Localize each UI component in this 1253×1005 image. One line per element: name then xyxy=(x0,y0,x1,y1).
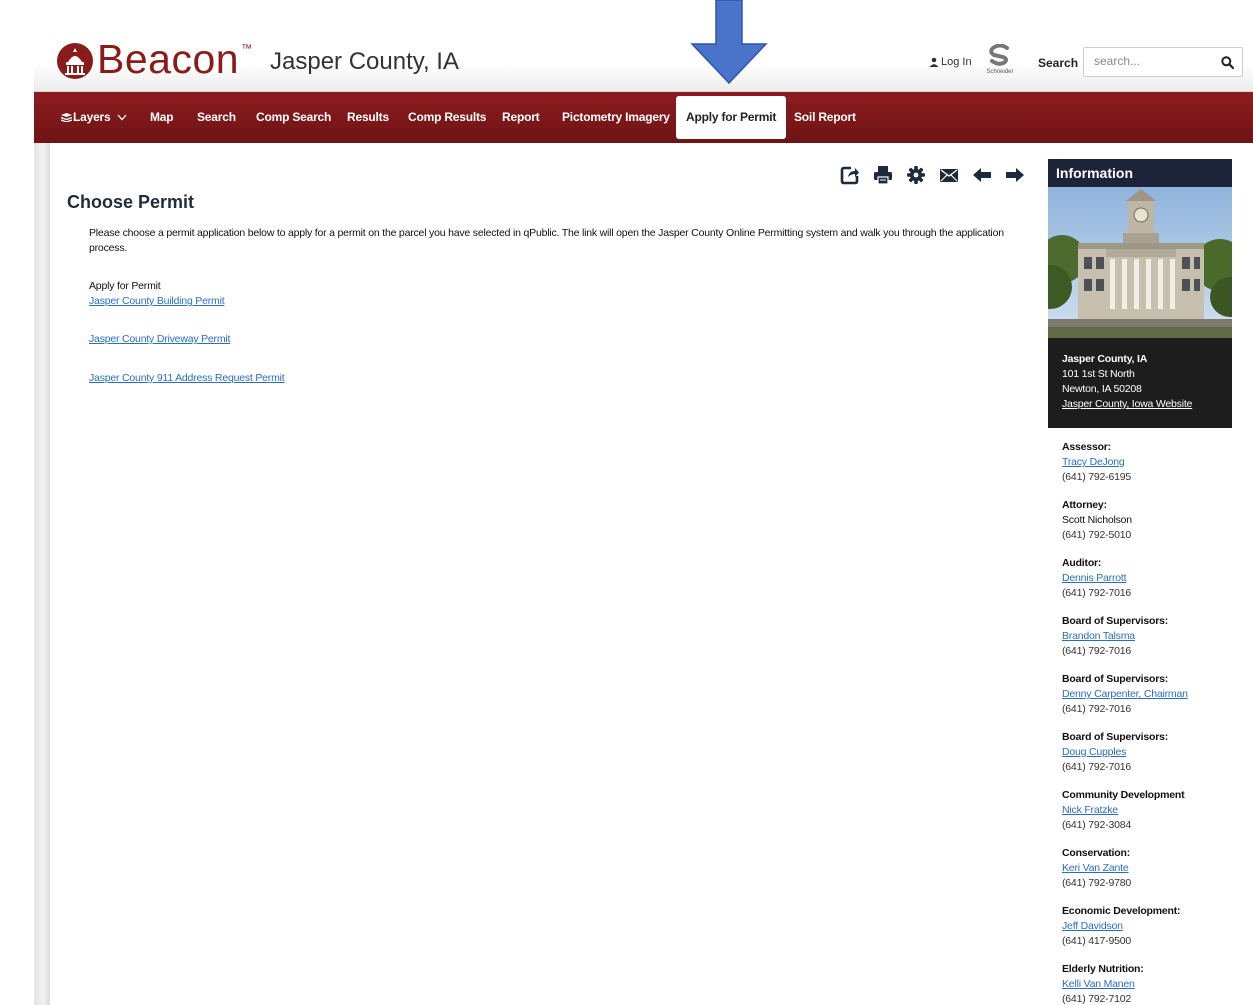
nav-comp-search[interactable]: Comp Search xyxy=(256,92,331,143)
search-icon[interactable] xyxy=(1221,56,1234,69)
settings-icon[interactable] xyxy=(906,165,926,185)
page-gutter xyxy=(34,143,50,1005)
contact-item: Assessor: Tracy DeJong (641) 792-6195 xyxy=(1062,440,1232,485)
search-input[interactable] xyxy=(1094,54,1214,68)
schneider-s-icon xyxy=(989,43,1009,66)
contacts-list: Assessor: Tracy DeJong (641) 792-6195 At… xyxy=(1048,428,1232,1005)
contact-item: Elderly Nutrition: Kelli Van Manen (641)… xyxy=(1062,962,1232,1005)
nav-report[interactable]: Report xyxy=(502,92,540,143)
nav-pictometry-imagery[interactable]: Pictometry Imagery xyxy=(562,92,670,143)
contact-phone: (641) 792-6195 xyxy=(1062,471,1132,483)
logo-wordmark: Beacon xyxy=(97,36,240,82)
contact-item: Board of Supervisors: Denny Carpenter, C… xyxy=(1062,672,1232,717)
capitol-dome-icon xyxy=(57,43,93,79)
nav-results[interactable]: Results xyxy=(347,92,389,143)
contact-person-link[interactable]: Jeff Davidson xyxy=(1062,920,1123,932)
page-title: Choose Permit xyxy=(67,192,195,212)
address-line-2: Newton, IA 50208 xyxy=(1062,383,1142,395)
contact-role: Auditor: xyxy=(1062,557,1102,569)
login-link[interactable]: Log In xyxy=(929,56,972,68)
contact-person-link[interactable]: Nick Fratzke xyxy=(1062,804,1118,816)
address-request-permit-link[interactable]: Jasper County 911 Address Request Permit xyxy=(89,372,285,384)
nav-layers-label: Layers xyxy=(73,110,111,124)
beacon-logo[interactable]: Beacon ™ xyxy=(56,37,252,81)
contact-person-link[interactable]: Kelli Van Manen xyxy=(1062,978,1135,990)
courthouse-photo xyxy=(1048,187,1232,338)
contact-person: Scott Nicholson xyxy=(1062,514,1132,526)
contact-phone: (641) 792-9780 xyxy=(1062,877,1132,889)
nav-apply-for-permit[interactable]: Apply for Permit xyxy=(676,96,787,139)
contact-item: Attorney: Scott Nicholson (641) 792-5010 xyxy=(1062,498,1232,543)
main-nav: Layers Map Search Comp Search Results Co… xyxy=(34,92,1253,143)
contact-phone: (641) 792-7102 xyxy=(1062,993,1132,1005)
contact-person-link[interactable]: Tracy DeJong xyxy=(1062,456,1125,468)
county-title: Jasper County, IA xyxy=(270,48,459,75)
user-icon xyxy=(929,57,939,67)
contact-phone: (641) 792-7016 xyxy=(1062,761,1132,773)
contact-item: Auditor: Dennis Parrott (641) 792-7016 xyxy=(1062,556,1232,601)
back-arrow-icon[interactable] xyxy=(972,165,992,185)
contact-phone: (641) 417-9500 xyxy=(1062,935,1132,947)
nav-map[interactable]: Map xyxy=(150,92,174,143)
contact-phone: (641) 792-7016 xyxy=(1062,703,1132,715)
contact-person-link[interactable]: Denny Carpenter, Chairman xyxy=(1062,688,1188,700)
intro-text: Please choose a permit application below… xyxy=(89,227,1004,254)
forward-arrow-icon[interactable] xyxy=(1005,165,1025,185)
information-panel: Information Jasper County, IA 101 1st St… xyxy=(1048,159,1232,1005)
annotation-arrow-icon xyxy=(690,0,768,84)
nav-comp-results[interactable]: Comp Results xyxy=(408,92,486,143)
contact-item: Community Development Nick Fratzke (641)… xyxy=(1062,788,1232,833)
nav-soil-report[interactable]: Soil Report xyxy=(794,92,856,143)
vendor-logo-text: Schneider xyxy=(986,69,1014,75)
contact-role: Conservation: xyxy=(1062,847,1130,859)
print-icon[interactable] xyxy=(873,165,893,185)
contact-person-link[interactable]: Keri Van Zante xyxy=(1062,862,1129,874)
address-line-1: 101 1st St North xyxy=(1062,368,1135,380)
site-header: Beacon ™ Jasper County, IA Log In Schnei… xyxy=(34,30,1253,92)
contact-role: Board of Supervisors: xyxy=(1062,615,1169,627)
trademark-symbol: ™ xyxy=(241,43,253,55)
search-box xyxy=(1083,47,1243,77)
contact-phone: (641) 792-7016 xyxy=(1062,587,1132,599)
information-header: Information xyxy=(1048,159,1232,187)
contact-person-link[interactable]: Dennis Parrott xyxy=(1062,572,1127,584)
chevron-down-icon xyxy=(117,114,126,121)
county-website-link[interactable]: Jasper County, Iowa Website xyxy=(1062,398,1192,410)
address-name: Jasper County, IA xyxy=(1062,353,1148,365)
nav-search[interactable]: Search xyxy=(197,92,236,143)
contact-phone: (641) 792-5010 xyxy=(1062,529,1132,541)
county-address: Jasper County, IA 101 1st St North Newto… xyxy=(1048,338,1232,428)
contact-item: Economic Development: Jeff Davidson (641… xyxy=(1062,904,1232,949)
contact-role: Assessor: xyxy=(1062,441,1111,453)
email-icon[interactable] xyxy=(939,165,959,185)
building-permit-link[interactable]: Jasper County Building Permit xyxy=(89,295,225,307)
contact-role: Community Development xyxy=(1062,789,1185,801)
page: Beacon ™ Jasper County, IA Log In Schnei… xyxy=(0,0,1253,1005)
apply-for-permit-label: Apply for Permit xyxy=(89,280,161,292)
share-icon[interactable] xyxy=(840,165,860,185)
contact-role: Board of Supervisors: xyxy=(1062,673,1169,685)
contact-person-link[interactable]: Doug Cupples xyxy=(1062,746,1126,758)
contact-phone: (641) 792-7016 xyxy=(1062,645,1132,657)
search-label: Search xyxy=(1038,56,1079,70)
contact-item: Board of Supervisors: Doug Cupples (641)… xyxy=(1062,730,1232,775)
contact-role: Elderly Nutrition: xyxy=(1062,963,1144,975)
schneider-logo[interactable]: Schneider xyxy=(980,43,1020,78)
layers-icon xyxy=(61,113,72,122)
contact-item: Conservation: Keri Van Zante (641) 792-9… xyxy=(1062,846,1232,891)
nav-layers[interactable]: Layers xyxy=(61,92,127,143)
contact-role: Attorney: xyxy=(1062,499,1107,511)
contact-role: Economic Development: xyxy=(1062,905,1181,917)
login-label: Log In xyxy=(941,56,972,68)
contact-phone: (641) 792-3084 xyxy=(1062,819,1132,831)
report-toolbar xyxy=(840,165,1038,185)
contact-role: Board of Supervisors: xyxy=(1062,731,1169,743)
driveway-permit-link[interactable]: Jasper County Driveway Permit xyxy=(89,333,230,345)
contact-person-link[interactable]: Brandon Talsma xyxy=(1062,630,1135,642)
contact-item: Board of Supervisors: Brandon Talsma (64… xyxy=(1062,614,1232,659)
